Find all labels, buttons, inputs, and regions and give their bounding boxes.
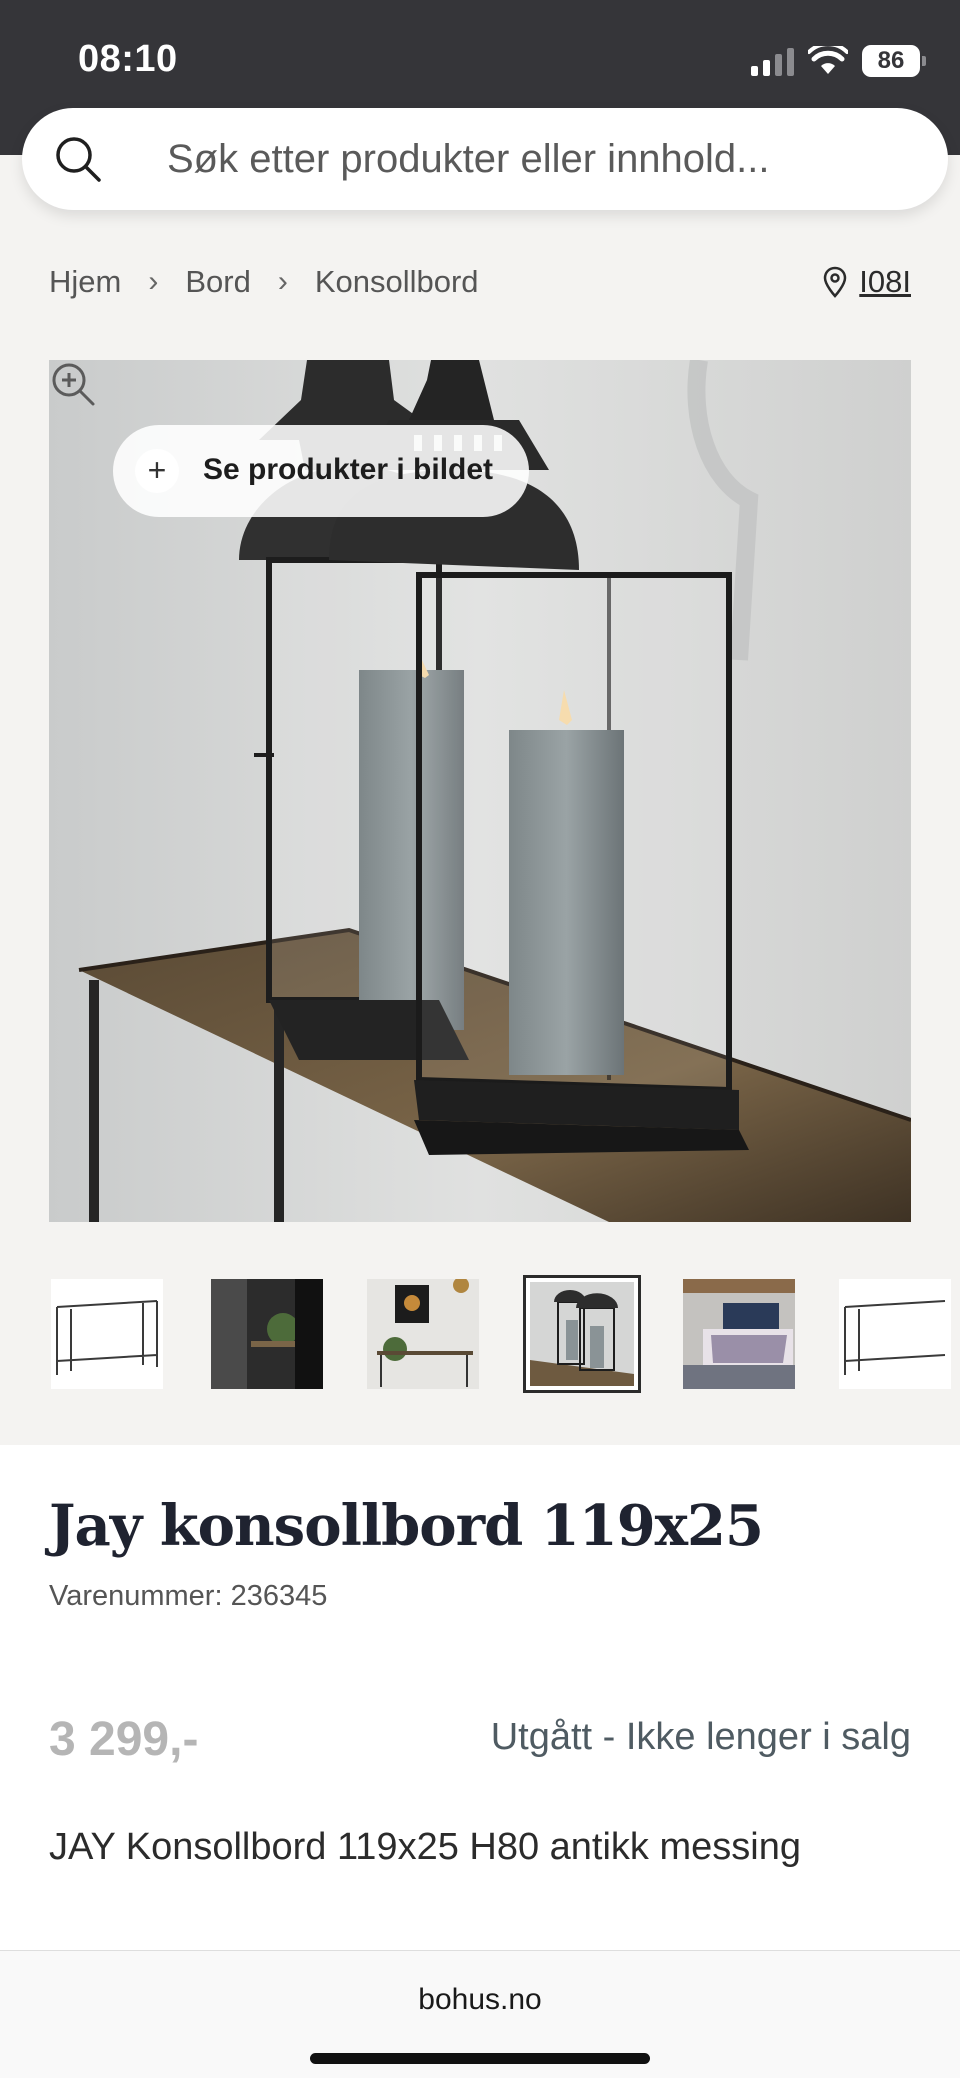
search-bar[interactable] <box>22 108 948 210</box>
store-selector[interactable]: I08I <box>823 262 911 302</box>
product-price: 3 299,- <box>49 1713 199 1766</box>
thumbnail-2[interactable] <box>211 1279 323 1389</box>
browser-url[interactable]: bohus.no <box>0 1983 960 2017</box>
thumbnail-6[interactable] <box>839 1279 951 1389</box>
thumbnail-5[interactable] <box>683 1279 795 1389</box>
shop-the-look-label: Se produkter i bildet <box>203 453 494 486</box>
thumbnail-4[interactable] <box>523 1275 641 1393</box>
product-description: JAY Konsollbord 119x25 H80 antikk messin… <box>49 1826 801 1868</box>
status-time: 08:10 <box>78 38 178 80</box>
breadcrumb-home[interactable]: Hjem <box>49 264 121 300</box>
zoom-in-icon[interactable] <box>49 360 97 408</box>
browser-bottom-bar: bohus.no <box>0 1950 960 2078</box>
shop-the-look-button[interactable]: + Se produkter i bildet <box>113 425 529 517</box>
search-input[interactable] <box>167 108 907 210</box>
search-icon <box>56 137 101 182</box>
location-pin-icon <box>824 266 847 298</box>
availability-status: Utgått - Ikke lenger i salg <box>490 1716 911 1758</box>
plus-icon: + <box>135 449 179 493</box>
wifi-icon <box>808 46 848 74</box>
product-main-image[interactable]: + Se produkter i bildet <box>49 360 911 1222</box>
store-label[interactable]: I08I <box>859 264 911 300</box>
home-indicator[interactable] <box>310 2053 650 2064</box>
chevron-right-icon: › <box>277 265 288 298</box>
cellular-signal-icon <box>751 46 794 76</box>
chevron-right-icon: › <box>148 265 159 298</box>
breadcrumb: Hjem › Bord › Konsollbord <box>49 262 479 302</box>
thumbnail-strip <box>49 1275 960 1393</box>
status-icons: 86 <box>751 40 926 82</box>
thumbnail-1[interactable] <box>51 1279 163 1389</box>
product-media-area: Hjem › Bord › Konsollbord I08I <box>0 108 960 1445</box>
breadcrumb-konsollbord[interactable]: Konsollbord <box>315 264 479 300</box>
product-sku: Varenummer: 236345 <box>49 1580 328 1612</box>
battery-icon: 86 <box>862 45 926 77</box>
breadcrumb-bord[interactable]: Bord <box>185 264 250 300</box>
product-title: Jay konsollbord 119x25 <box>49 1493 764 1559</box>
thumbnail-3[interactable] <box>367 1279 479 1389</box>
